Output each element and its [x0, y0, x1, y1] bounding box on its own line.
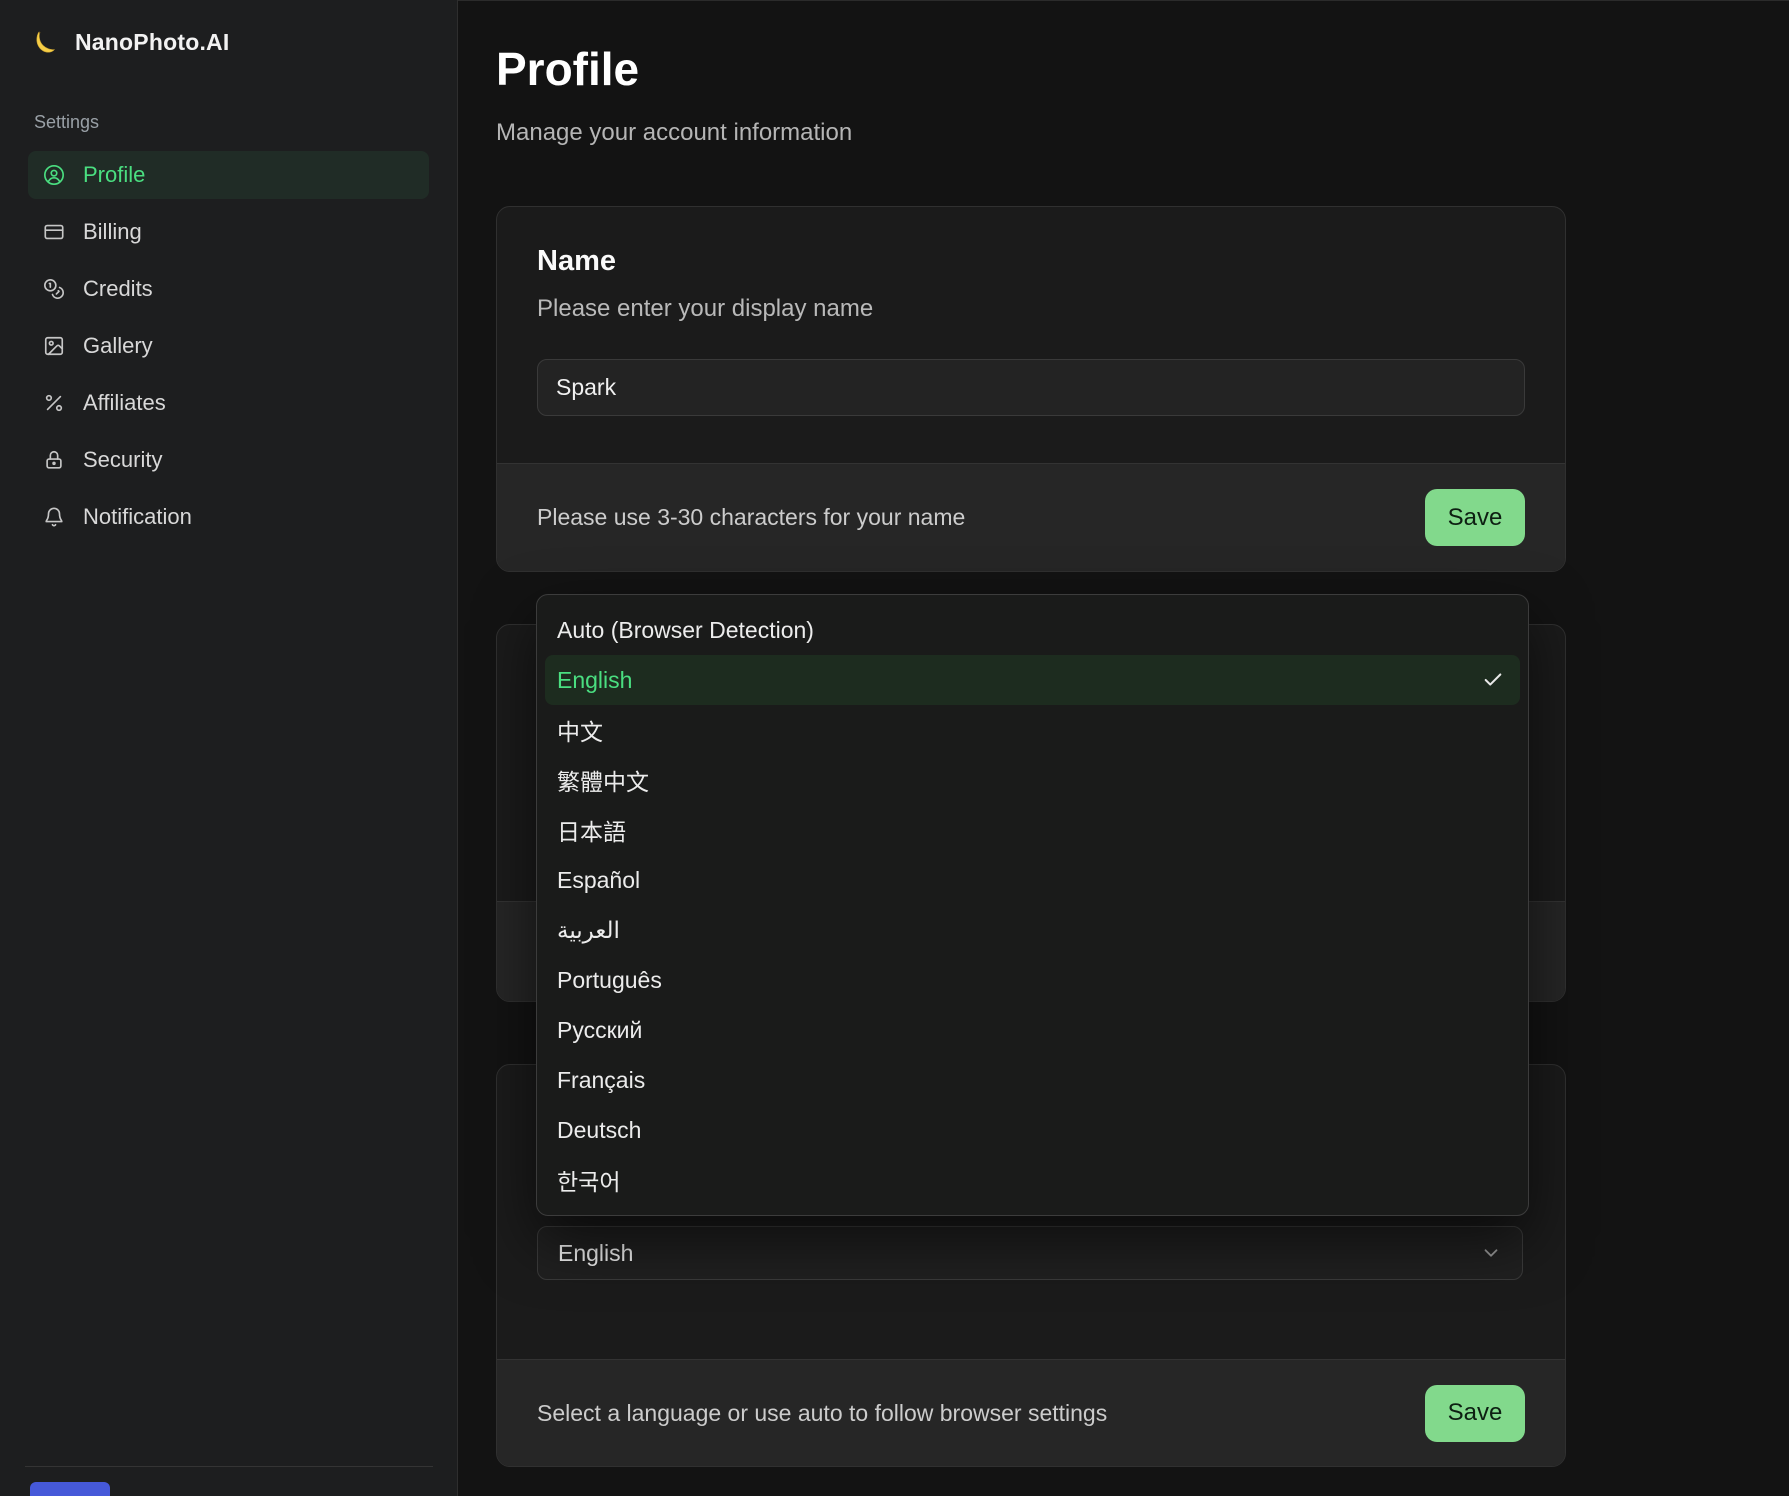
credit-card-icon	[42, 220, 66, 244]
language-option-arabic[interactable]: العربية	[545, 905, 1520, 955]
sidebar-section-label: Settings	[34, 112, 99, 133]
option-label: 한국어	[557, 1163, 620, 1197]
language-select[interactable]: English	[537, 1226, 1523, 1280]
coins-icon	[42, 277, 66, 301]
main-content: Profile Manage your account information …	[458, 0, 1789, 1496]
sidebar-nav: Profile Billing Credits	[28, 151, 429, 541]
option-label: Español	[557, 867, 640, 894]
name-card: Name Please enter your display name Plea…	[496, 206, 1566, 572]
app-name: NanoPhoto.AI	[75, 29, 229, 56]
sidebar-item-label: Billing	[83, 219, 142, 245]
sidebar-item-credits[interactable]: Credits	[28, 265, 429, 313]
name-card-footer: Please use 3-30 characters for your name…	[497, 463, 1565, 571]
option-label: 繁體中文	[557, 763, 649, 797]
check-icon	[1482, 669, 1504, 691]
user-circle-icon	[42, 163, 66, 187]
sidebar-item-label: Affiliates	[83, 390, 166, 416]
language-option-auto[interactable]: Auto (Browser Detection)	[545, 605, 1520, 655]
sidebar-item-affiliates[interactable]: Affiliates	[28, 379, 429, 427]
option-label: English	[557, 667, 632, 694]
image-icon	[42, 334, 66, 358]
language-card-footer: Select a language or use auto to follow …	[497, 1359, 1565, 1466]
language-option-chinese[interactable]: 中文	[545, 705, 1520, 755]
option-label: Deutsch	[557, 1117, 641, 1144]
language-option-japanese[interactable]: 日本語	[545, 805, 1520, 855]
name-card-description: Please enter your display name	[537, 295, 1525, 323]
page-subtitle: Manage your account information	[496, 119, 852, 147]
app-logo[interactable]: NanoPhoto.AI	[33, 28, 229, 56]
sidebar-item-gallery[interactable]: Gallery	[28, 322, 429, 370]
language-save-button[interactable]: Save	[1425, 1385, 1525, 1442]
name-card-hint: Please use 3-30 characters for your name	[537, 504, 965, 531]
sidebar-item-profile[interactable]: Profile	[28, 151, 429, 199]
language-dropdown-menu: Auto (Browser Detection) English 中文 繁體中文…	[536, 594, 1529, 1216]
option-label: Auto (Browser Detection)	[557, 617, 814, 644]
option-label: Français	[557, 1067, 645, 1094]
language-option-russian[interactable]: Русский	[545, 1005, 1520, 1055]
sidebar-item-label: Profile	[83, 162, 145, 188]
sidebar-item-label: Gallery	[83, 333, 153, 359]
option-label: Русский	[557, 1017, 642, 1044]
page-title: Profile	[496, 43, 639, 95]
bottom-left-partial-element[interactable]	[30, 1482, 110, 1496]
sidebar-item-label: Security	[83, 447, 162, 473]
sidebar-item-label: Notification	[83, 504, 192, 530]
option-label: Português	[557, 967, 662, 994]
option-label: 日本語	[557, 813, 626, 847]
app-window: NanoPhoto.AI Settings Profile Billing	[0, 0, 1789, 1496]
sidebar-bottom-divider	[25, 1466, 433, 1467]
language-option-spanish[interactable]: Español	[545, 855, 1520, 905]
language-option-traditional-chinese[interactable]: 繁體中文	[545, 755, 1520, 805]
sidebar-item-label: Credits	[83, 276, 153, 302]
language-card-hint: Select a language or use auto to follow …	[537, 1400, 1107, 1427]
bell-icon	[42, 505, 66, 529]
option-label: العربية	[557, 917, 620, 944]
sidebar-item-notification[interactable]: Notification	[28, 493, 429, 541]
language-option-french[interactable]: Français	[545, 1055, 1520, 1105]
sidebar-item-security[interactable]: Security	[28, 436, 429, 484]
language-option-korean[interactable]: 한국어	[545, 1155, 1520, 1205]
name-card-body: Name Please enter your display name	[497, 207, 1565, 416]
name-card-title: Name	[537, 245, 1525, 278]
sidebar: NanoPhoto.AI Settings Profile Billing	[0, 0, 458, 1496]
lock-icon	[42, 448, 66, 472]
option-label: 中文	[557, 713, 603, 747]
language-option-portuguese[interactable]: Português	[545, 955, 1520, 1005]
banana-icon	[33, 28, 61, 56]
sidebar-item-billing[interactable]: Billing	[28, 208, 429, 256]
percent-icon	[42, 391, 66, 415]
language-select-value: English	[558, 1240, 633, 1267]
display-name-input[interactable]	[537, 359, 1525, 416]
name-save-button[interactable]: Save	[1425, 489, 1525, 546]
language-option-german[interactable]: Deutsch	[545, 1105, 1520, 1155]
chevron-down-icon	[1480, 1242, 1502, 1264]
language-option-english[interactable]: English	[545, 655, 1520, 705]
